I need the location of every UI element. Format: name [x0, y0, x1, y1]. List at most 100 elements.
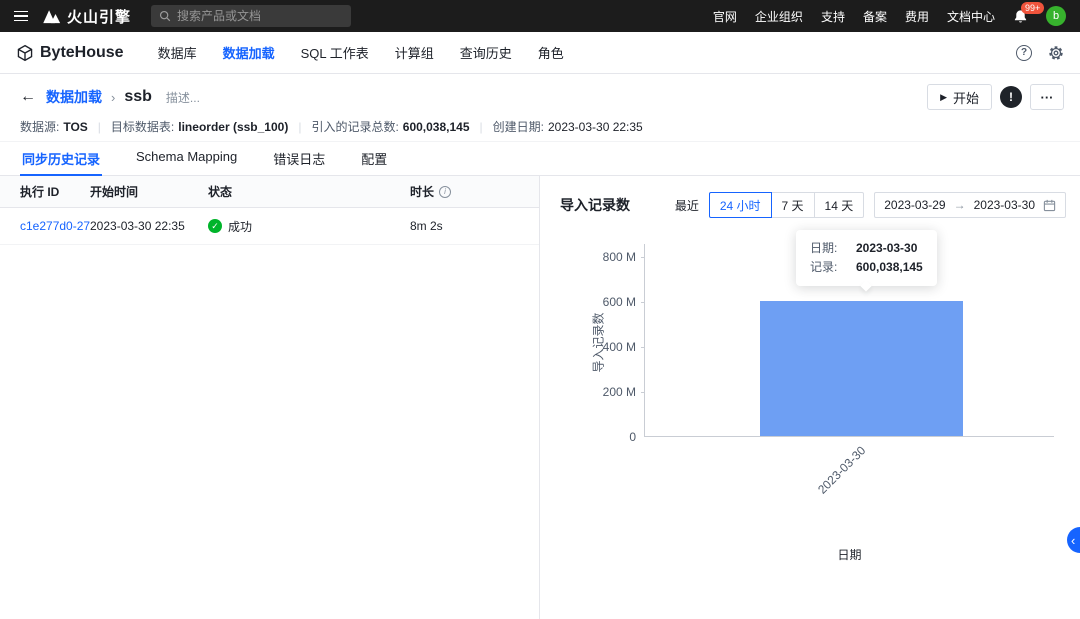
import-records-bar[interactable] — [760, 301, 963, 436]
arrow-right-icon: → — [953, 198, 966, 212]
status-cell: ✓ 成功 — [208, 218, 410, 235]
search-input[interactable] — [177, 9, 344, 23]
tab-error-log[interactable]: 错误日志 — [271, 142, 327, 175]
page-title: ssb — [124, 88, 152, 105]
breadcrumb-data-loading[interactable]: 数据加载 — [46, 87, 102, 107]
nav-item-roles[interactable]: 角色 — [538, 43, 564, 62]
notification-badge: 99+ — [1021, 1, 1045, 14]
y-tickmark — [641, 257, 645, 258]
chevron-left-icon: ‹ — [1071, 532, 1076, 548]
meta-divider: | — [97, 119, 101, 134]
topbar-link-filing[interactable]: 备案 — [863, 8, 887, 25]
alert-circle-button[interactable]: ! — [1000, 86, 1022, 108]
y-tickmark — [641, 392, 645, 393]
nav-item-query-history[interactable]: 查询历史 — [460, 43, 512, 62]
meta-target-value: lineorder (ssb_100) — [178, 119, 289, 134]
detail-tabs: 同步历史记录 Schema Mapping 错误日志 配置 — [0, 142, 1080, 176]
tab-config[interactable]: 配置 — [359, 142, 389, 175]
duration-cell: 8m 2s — [410, 219, 443, 233]
job-meta: 数据源: TOS | 目标数据表: lineorder (ssb_100) | … — [20, 118, 1064, 135]
meta-created-label: 创建日期: — [492, 120, 544, 134]
y-tick-400m: 400 M — [602, 340, 636, 354]
chart-panel-header: 导入记录数 最近 24 小时 7 天 14 天 2023-03-29 → 202… — [560, 192, 1066, 218]
page-header: ← 数据加载 › ssb 描述... ▶ 开始 ! ··· 数据源: TOS |… — [0, 74, 1080, 141]
nav-item-compute-group[interactable]: 计算组 — [395, 43, 434, 62]
global-search-box[interactable] — [151, 5, 352, 27]
range-7d-button[interactable]: 7 天 — [770, 192, 815, 218]
meta-source-label: 数据源: — [20, 120, 60, 134]
range-24h-button[interactable]: 24 小时 — [708, 192, 772, 218]
bar-chart: 导入记录数 800 M 600 M 400 M 200 M 0 日期: 2023… — [560, 230, 1066, 574]
y-tick-0: 0 — [629, 430, 636, 444]
y-tickmark — [641, 347, 645, 348]
topbar-link-billing[interactable]: 费用 — [905, 8, 929, 25]
chart-title: 导入记录数 — [560, 197, 630, 213]
col-header-exec-id: 执行 ID — [20, 185, 60, 199]
meta-divider: | — [479, 119, 483, 134]
back-arrow-icon[interactable]: ← — [20, 89, 36, 105]
date-to[interactable]: 2023-03-30 — [974, 198, 1035, 212]
y-tick-600m: 600 M — [602, 295, 636, 309]
tooltip-records-label: 记录: — [810, 260, 838, 274]
meta-records-label: 引入的记录总数: — [311, 120, 399, 134]
tooltip-records-value: 600,038,145 — [856, 260, 923, 274]
bytehouse-logo-icon — [16, 44, 34, 62]
topbar-link-docs[interactable]: 文档中心 — [947, 8, 995, 25]
nav-item-sql-worksheet[interactable]: SQL 工作表 — [301, 43, 369, 62]
table-header-row: 执行 ID 开始时间 状态 时长 i — [0, 176, 539, 208]
bytehouse-brand-text: ByteHouse — [40, 43, 124, 61]
info-icon[interactable]: i — [439, 185, 452, 198]
product-nav: ByteHouse 数据库 数据加载 SQL 工作表 计算组 查询历史 角色 ? — [0, 32, 1080, 74]
gear-icon[interactable] — [1048, 45, 1064, 61]
topbar-link-org[interactable]: 企业组织 — [755, 8, 803, 25]
exclamation-icon: ! — [1009, 90, 1013, 104]
play-icon: ▶ — [940, 91, 947, 102]
y-tick-200m: 200 M — [602, 385, 636, 399]
start-time-cell: 2023-03-30 22:35 — [90, 219, 185, 233]
bytehouse-logo[interactable]: ByteHouse — [16, 44, 124, 62]
chart-panel: 导入记录数 最近 24 小时 7 天 14 天 2023-03-29 → 202… — [540, 176, 1080, 619]
nav-item-data-loading[interactable]: 数据加载 — [223, 43, 275, 62]
success-check-icon: ✓ — [208, 219, 222, 233]
col-header-status: 状态 — [208, 185, 233, 199]
nav-item-databases[interactable]: 数据库 — [158, 43, 197, 62]
col-header-duration: 时长 i — [410, 183, 539, 200]
volcengine-logo[interactable]: 火山引擎 — [42, 6, 131, 27]
meta-target-label: 目标数据表: — [110, 120, 175, 134]
hamburger-menu-icon[interactable] — [0, 0, 42, 32]
exec-id-link[interactable]: c1e277d0-27fe-... — [0, 219, 90, 233]
content-area: 执行 ID 开始时间 状态 时长 i c1e277d0-27fe-... 202… — [0, 176, 1080, 619]
plot-area: 800 M 600 M 400 M 200 M 0 日期: 2023-03-30… — [603, 230, 1054, 562]
range-14d-button[interactable]: 14 天 — [813, 192, 865, 218]
nav-items: 数据库 数据加载 SQL 工作表 计算组 查询历史 角色 — [158, 43, 564, 62]
tab-sync-history[interactable]: 同步历史记录 — [20, 142, 103, 176]
meta-created-value: 2023-03-30 22:35 — [547, 119, 643, 134]
topbar-link-official-site[interactable]: 官网 — [713, 8, 737, 25]
meta-divider: | — [298, 119, 302, 134]
date-range-picker[interactable]: 2023-03-29 → 2023-03-30 — [874, 192, 1066, 218]
date-from[interactable]: 2023-03-29 — [884, 198, 945, 212]
meta-source-value: TOS — [63, 119, 88, 134]
meta-total-records: 引入的记录总数: 600,038,145 — [311, 118, 469, 135]
tab-schema-mapping[interactable]: Schema Mapping — [134, 142, 239, 175]
topbar-right: 官网 企业组织 支持 备案 费用 文档中心 99+ b — [713, 1, 1080, 26]
meta-target-table: 目标数据表: lineorder (ssb_100) — [111, 118, 288, 135]
breadcrumb: ← 数据加载 › ssb 描述... ▶ 开始 ! ··· — [20, 84, 1064, 110]
table-row[interactable]: c1e277d0-27fe-... 2023-03-30 22:35 ✓ 成功 … — [0, 208, 539, 245]
nav-right: ? — [1016, 44, 1064, 61]
x-axis-title: 日期 — [837, 548, 862, 562]
user-avatar[interactable]: b — [1046, 6, 1066, 26]
topbar-link-support[interactable]: 支持 — [821, 8, 845, 25]
more-actions-button[interactable]: ··· — [1030, 84, 1064, 110]
notifications-button[interactable]: 99+ — [1013, 1, 1045, 24]
x-tick-label: 2023-03-30 — [815, 443, 869, 497]
recent-label: 最近 — [674, 198, 699, 213]
chart-controls: 最近 24 小时 7 天 14 天 2023-03-29 → 2023-03-3… — [675, 192, 1066, 218]
meta-records-value: 600,038,145 — [402, 119, 470, 134]
start-button[interactable]: ▶ 开始 — [927, 84, 992, 110]
header-actions: ▶ 开始 ! ··· — [927, 84, 1064, 110]
help-icon[interactable]: ? — [1016, 44, 1032, 61]
tooltip-date-label: 日期: — [810, 241, 838, 255]
chevron-right-icon: › — [111, 89, 116, 105]
page-description[interactable]: 描述... — [166, 89, 200, 106]
